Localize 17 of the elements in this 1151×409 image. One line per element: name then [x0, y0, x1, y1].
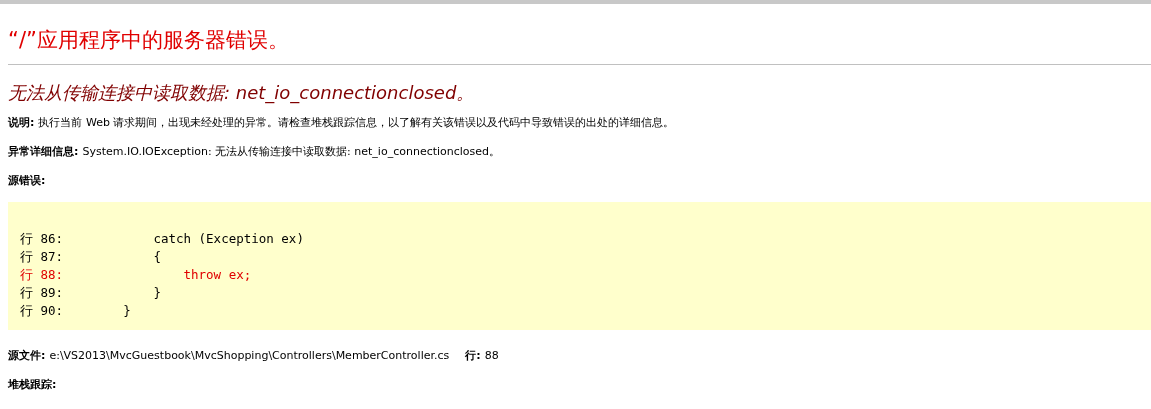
- field-label: 堆栈跟踪:: [8, 377, 57, 392]
- code-line: 行 87: {: [20, 248, 161, 266]
- code-line: 行 89: }: [20, 284, 161, 302]
- field-label: 异常详细信息:: [8, 144, 79, 159]
- description-text: 执行当前 Web 请求期间，出现未经处理的异常。请检查堆栈跟踪信息，以了解有关该错误以及代码中导致错误的出处的详细信息。: [38, 115, 675, 130]
- line-number: 88: [484, 349, 499, 362]
- page-title: “/”应用程序中的服务器错误。: [8, 27, 290, 54]
- code-line: 行 86: catch (Exception ex): [20, 230, 304, 248]
- field-label: 行:: [465, 348, 481, 363]
- code-line: 行 88: throw ex;: [20, 266, 252, 284]
- field-label: 源文件:: [8, 348, 46, 363]
- field-label: 源错误:: [8, 173, 46, 188]
- field-label: 说明:: [8, 115, 35, 130]
- error-message: 无法从传输连接中读取数据: net_io_connectionclosed。: [8, 81, 476, 105]
- code-line: 行 90: }: [20, 302, 131, 320]
- file-path: e:\VS2013\MvcGuestbook\MvcShopping\Controllers\MemberController.cs: [49, 349, 450, 362]
- exception-text: System.IO.IOException: 无法从传输连接中读取数据: net_io_connectionclosed。: [82, 144, 501, 159]
